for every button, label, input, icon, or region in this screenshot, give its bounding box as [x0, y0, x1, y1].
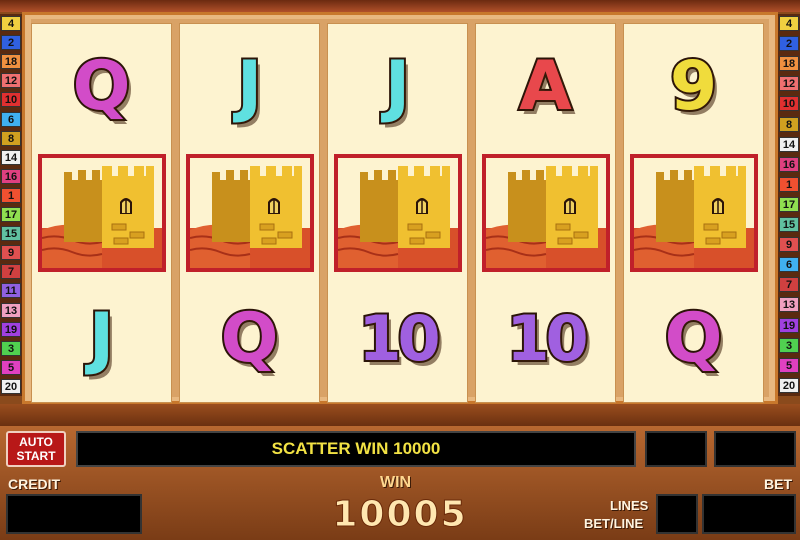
left-payline-9[interactable]: 9 — [1, 245, 21, 261]
right-payline-18[interactable]: 18 — [779, 56, 799, 72]
credit-display — [6, 494, 142, 534]
left-payline-1[interactable]: 1 — [1, 187, 21, 203]
reel-bottom-border — [0, 404, 800, 426]
left-payline-6[interactable]: 6 — [1, 111, 21, 127]
right-payline-2[interactable]: 2 — [779, 36, 799, 52]
right-payline-5[interactable]: 5 — [779, 357, 799, 373]
left-payline-2[interactable]: 2 — [1, 35, 21, 51]
bet-display — [702, 494, 796, 534]
reel-4-cell-2 — [476, 150, 615, 276]
right-payline-17[interactable]: 17 — [779, 196, 799, 212]
symbol-10: 10 — [504, 302, 590, 375]
tower-scatter-symbol — [185, 154, 314, 272]
bet-per-line-label: BET/LINE — [584, 516, 644, 531]
left-payline-indicators: 4 2 18 12 10 6 8 14 16 1 17 15 9 7 11 13 19 3 5 20 — [0, 14, 22, 396]
right-payline-16[interactable]: 16 — [779, 156, 799, 172]
symbol-J: J — [87, 299, 116, 378]
symbol-Q: Q — [219, 299, 281, 378]
reel-1-cell-1: Q — [32, 24, 171, 150]
right-payline-7[interactable]: 7 — [779, 277, 799, 293]
left-payline-14[interactable]: 14 — [1, 149, 21, 165]
reel-4: A 10 — [475, 23, 616, 403]
display-box-1 — [645, 431, 707, 467]
right-payline-19[interactable]: 19 — [779, 317, 799, 333]
left-payline-15[interactable]: 15 — [1, 226, 21, 242]
left-payline-16[interactable]: 16 — [1, 168, 21, 184]
message-display: SCATTER WIN 10000 — [76, 431, 636, 467]
right-payline-12[interactable]: 12 — [779, 76, 799, 92]
credit-label: CREDIT — [8, 476, 61, 492]
left-payline-20[interactable]: 20 — [1, 378, 21, 394]
lines-display — [656, 494, 698, 534]
symbol-Q: Q — [663, 299, 725, 378]
symbol-Q: Q — [71, 47, 133, 126]
symbol-J: J — [235, 47, 264, 126]
tower-scatter-symbol — [629, 154, 758, 272]
bet-label: BET — [764, 476, 792, 492]
right-payline-6[interactable]: 6 — [779, 257, 799, 273]
right-payline-4[interactable]: 4 — [779, 16, 799, 31]
reel-1-cell-2 — [32, 150, 171, 276]
right-payline-3[interactable]: 3 — [779, 337, 799, 353]
reel-area: Q J J Q J 10 A 10 9 Q — [22, 12, 778, 404]
left-payline-17[interactable]: 17 — [1, 207, 21, 222]
reel-2-cell-1: J — [180, 24, 319, 150]
symbol-10: 10 — [356, 302, 442, 375]
reel-5-cell-2 — [624, 150, 763, 276]
symbol-J: J — [383, 47, 412, 126]
reel-1-cell-3: J — [32, 276, 171, 402]
reel-2-cell-3: Q — [180, 276, 319, 402]
right-payline-10[interactable]: 10 — [779, 96, 799, 112]
left-payline-7[interactable]: 7 — [1, 264, 21, 280]
reel-1: QJ — [31, 23, 172, 403]
auto-start-label-line2: START — [16, 449, 56, 463]
win-value: 10005 — [332, 494, 468, 536]
reel-3: J 10 — [327, 23, 468, 403]
right-payline-9[interactable]: 9 — [779, 237, 799, 253]
left-payline-19[interactable]: 19 — [1, 321, 21, 337]
right-payline-20[interactable]: 20 — [779, 377, 799, 393]
reel-2: JQ — [179, 23, 320, 403]
left-payline-8[interactable]: 8 — [1, 130, 21, 146]
tower-scatter-symbol — [37, 154, 166, 272]
left-payline-13[interactable]: 13 — [1, 302, 21, 318]
reel-5: 9Q — [623, 23, 764, 403]
right-payline-8[interactable]: 8 — [779, 116, 799, 132]
reel-3-cell-2 — [328, 150, 467, 276]
reel-4-cell-3: 10 — [476, 276, 615, 402]
left-payline-5[interactable]: 5 — [1, 359, 21, 375]
left-payline-18[interactable]: 18 — [1, 54, 21, 70]
reel-3-cell-1: J — [328, 24, 467, 150]
display-box-2 — [714, 431, 796, 467]
right-payline-14[interactable]: 14 — [779, 136, 799, 152]
reel-5-cell-3: Q — [624, 276, 763, 402]
reel-5-cell-1: 9 — [624, 24, 763, 150]
left-payline-4[interactable]: 4 — [1, 16, 21, 31]
right-payline-15[interactable]: 15 — [779, 217, 799, 233]
right-payline-13[interactable]: 13 — [779, 297, 799, 313]
auto-start-button[interactable]: AUTO START — [6, 431, 66, 467]
reel-2-cell-2 — [180, 150, 319, 276]
lines-label: LINES — [610, 498, 649, 513]
top-frame — [0, 0, 800, 12]
win-label: WIN — [380, 474, 412, 491]
symbol-A: A — [517, 47, 574, 126]
left-payline-11[interactable]: 11 — [1, 283, 21, 299]
left-payline-12[interactable]: 12 — [1, 73, 21, 89]
reel-4-cell-1: A — [476, 24, 615, 150]
tower-scatter-symbol — [333, 154, 462, 272]
left-payline-10[interactable]: 10 — [1, 92, 21, 108]
left-payline-3[interactable]: 3 — [1, 340, 21, 356]
right-payline-indicators: 4 2 18 12 10 8 14 16 1 17 15 9 6 7 13 19 3 5 20 — [778, 14, 800, 396]
symbol-9: 9 — [668, 47, 719, 126]
tower-scatter-symbol — [481, 154, 610, 272]
auto-start-label-line1: AUTO — [19, 435, 53, 449]
right-payline-1[interactable]: 1 — [779, 176, 799, 192]
reel-3-cell-3: 10 — [328, 276, 467, 402]
